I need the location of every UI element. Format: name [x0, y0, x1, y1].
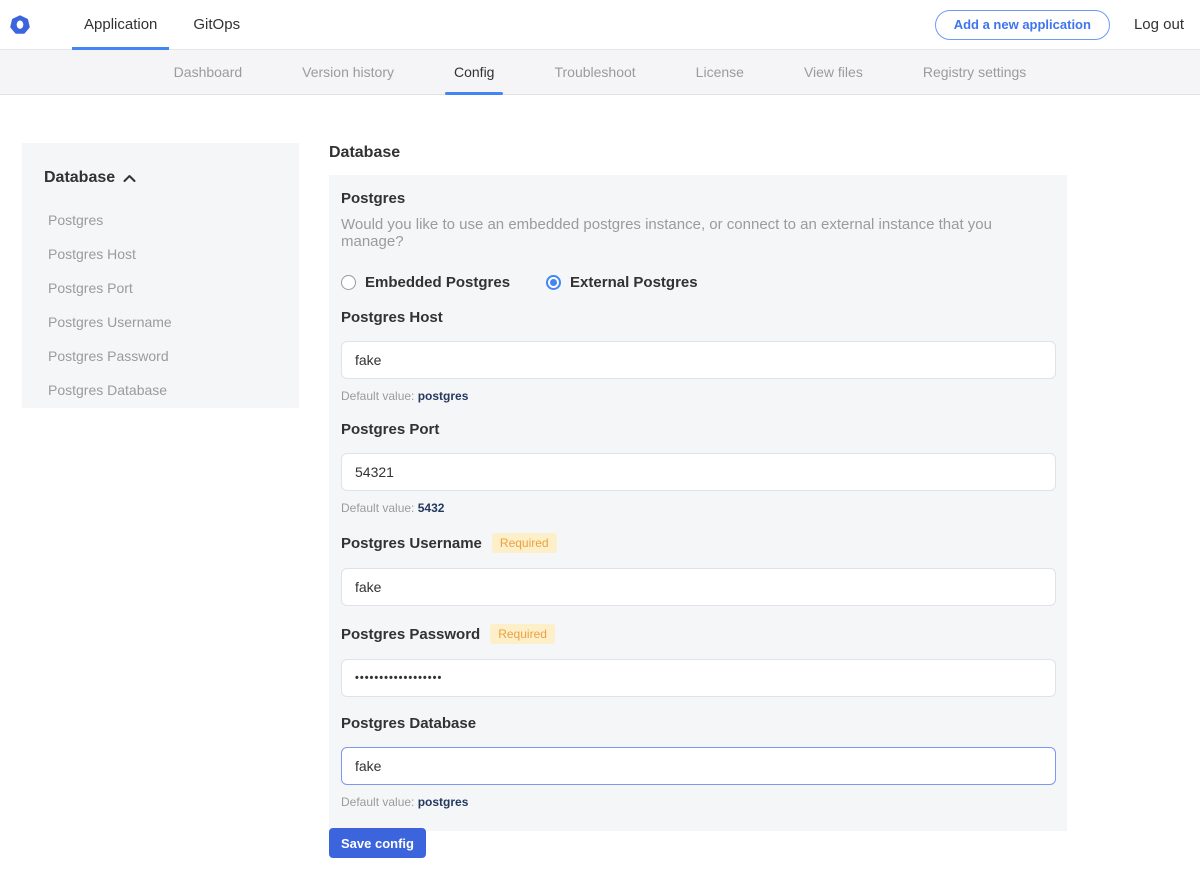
top-header: Application GitOps Add a new application…: [0, 0, 1200, 50]
logout-button[interactable]: Log out: [1134, 16, 1184, 33]
field-postgres-username: Postgres Username Required: [341, 533, 1056, 606]
field-postgres-password: Postgres Password Required: [341, 624, 1056, 697]
header-right: Add a new application Log out: [935, 10, 1184, 40]
sidebar-item-postgres-username[interactable]: Postgres Username: [44, 305, 277, 339]
sidebar-group-database[interactable]: Database: [44, 169, 277, 187]
postgres-host-input[interactable]: [341, 341, 1056, 379]
app-subnav: Dashboard Version history Config Trouble…: [0, 50, 1200, 95]
subnav-tab-view-files[interactable]: View files: [787, 50, 880, 94]
subnav-tab-registry-settings[interactable]: Registry settings: [906, 50, 1043, 94]
field-label: Postgres Host: [341, 309, 443, 326]
save-config-button[interactable]: Save config: [329, 828, 426, 858]
sidebar-item-postgres-port[interactable]: Postgres Port: [44, 271, 277, 305]
sidebar-item-postgres[interactable]: Postgres: [44, 203, 277, 237]
sidebar-item-list: Postgres Postgres Host Postgres Port Pos…: [44, 203, 277, 407]
group-label-postgres: Postgres: [341, 190, 1056, 207]
default-value-note: Default value: 5432: [341, 501, 1056, 515]
radio-embedded-label: Embedded Postgres: [365, 274, 510, 291]
config-sidebar: Database Postgres Postgres Host Postgres…: [22, 143, 299, 408]
page-title: Database: [329, 144, 400, 162]
radio-unselected-icon: [341, 275, 356, 290]
radio-embedded-postgres[interactable]: Embedded Postgres: [341, 274, 510, 291]
add-new-application-button[interactable]: Add a new application: [935, 10, 1110, 40]
radio-external-label: External Postgres: [570, 274, 698, 291]
config-group-panel: Postgres Would you like to use an embedd…: [329, 175, 1067, 831]
tab-application[interactable]: Application: [72, 0, 169, 49]
postgres-username-input[interactable]: [341, 568, 1056, 606]
sidebar-group-title-text: Database: [44, 169, 115, 187]
subnav-tab-license[interactable]: License: [679, 50, 761, 94]
app-logo-icon[interactable]: [10, 15, 30, 35]
radio-selected-icon: [546, 275, 561, 290]
field-postgres-database: Postgres Database Default value: postgre…: [341, 715, 1056, 809]
group-help-text: Would you like to use an embedded postgr…: [341, 216, 1056, 250]
field-label: Postgres Password: [341, 626, 480, 643]
field-label: Postgres Username: [341, 535, 482, 552]
default-value-note: Default value: postgres: [341, 795, 1056, 809]
tab-gitops[interactable]: GitOps: [181, 0, 252, 49]
field-label: Postgres Port: [341, 421, 439, 438]
sidebar-item-postgres-host[interactable]: Postgres Host: [44, 237, 277, 271]
default-value-note: Default value: postgres: [341, 389, 1056, 403]
postgres-radio-group: Embedded Postgres External Postgres: [341, 274, 1056, 291]
subnav-tab-troubleshoot[interactable]: Troubleshoot: [537, 50, 652, 94]
postgres-database-input[interactable]: [341, 747, 1056, 785]
postgres-port-input[interactable]: [341, 453, 1056, 491]
chevron-up-icon: [123, 174, 136, 183]
header-tabs: Application GitOps: [72, 0, 264, 49]
field-label: Postgres Database: [341, 715, 476, 732]
radio-external-postgres[interactable]: External Postgres: [546, 274, 698, 291]
subnav-tab-dashboard[interactable]: Dashboard: [157, 50, 260, 94]
subnav-tab-config[interactable]: Config: [437, 50, 511, 94]
required-badge: Required: [492, 533, 557, 553]
field-postgres-port: Postgres Port Default value: 5432: [341, 421, 1056, 515]
subnav-tab-version-history[interactable]: Version history: [285, 50, 411, 94]
postgres-password-input[interactable]: [341, 659, 1056, 697]
sidebar-item-postgres-password[interactable]: Postgres Password: [44, 339, 277, 373]
required-badge: Required: [490, 624, 555, 644]
field-postgres-host: Postgres Host Default value: postgres: [341, 309, 1056, 403]
sidebar-item-postgres-database[interactable]: Postgres Database: [44, 373, 277, 407]
